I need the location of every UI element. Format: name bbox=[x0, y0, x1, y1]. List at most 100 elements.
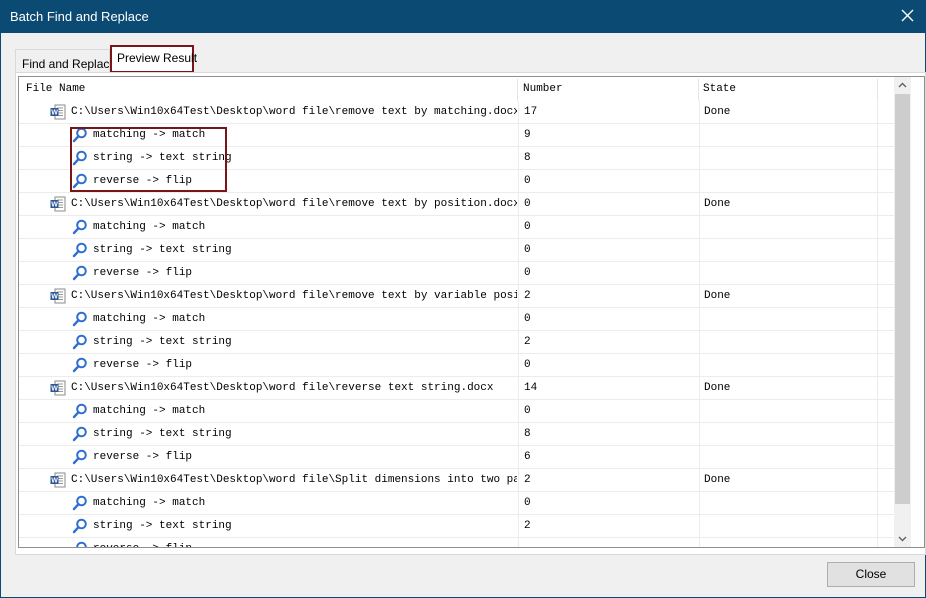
rule-text: reverse -> flip bbox=[93, 359, 193, 371]
number-cell: 0 bbox=[518, 170, 698, 192]
svg-text:W: W bbox=[51, 294, 58, 301]
filler-cell bbox=[877, 147, 894, 169]
search-icon bbox=[72, 219, 88, 235]
rule-text: string -> text string bbox=[93, 152, 232, 164]
svg-text:W: W bbox=[51, 110, 58, 117]
number-cell: 6 bbox=[518, 446, 698, 468]
rule-text: matching -> match bbox=[93, 221, 206, 233]
filler-cell bbox=[877, 262, 894, 284]
word-document-icon: W bbox=[50, 472, 66, 488]
rule-text: matching -> match bbox=[93, 313, 206, 325]
search-icon bbox=[72, 449, 88, 465]
rule-text: string -> text string bbox=[93, 428, 232, 440]
scroll-thumb[interactable] bbox=[895, 94, 910, 504]
rule-text: reverse -> flip bbox=[93, 451, 193, 463]
rule-text: string -> text string bbox=[93, 520, 232, 532]
state-cell: Done bbox=[699, 285, 877, 307]
file-name-cell: W C:\Users\Win10x64Test\Desktop\word file… bbox=[19, 469, 517, 491]
file-row[interactable]: W C:\Users\Win10x64Test\Desktop\word file… bbox=[19, 469, 894, 492]
rule-row[interactable]: matching -> match 0 bbox=[19, 308, 894, 331]
chevron-down-icon bbox=[898, 536, 907, 542]
scroll-up-button[interactable] bbox=[894, 77, 911, 94]
search-icon bbox=[72, 518, 88, 534]
rule-row[interactable]: string -> text string 0 bbox=[19, 239, 894, 262]
search-icon bbox=[72, 334, 88, 350]
table-header: File Name Number State bbox=[19, 77, 907, 101]
state-cell bbox=[699, 124, 877, 146]
state-cell bbox=[699, 170, 877, 192]
column-divider[interactable] bbox=[877, 79, 878, 101]
state-cell bbox=[699, 239, 877, 261]
rule-row[interactable]: string -> text string 8 bbox=[19, 423, 894, 446]
rule-row[interactable]: string -> text string 2 bbox=[19, 515, 894, 538]
rule-text: string -> text string bbox=[93, 336, 232, 348]
number-cell: 0 bbox=[518, 216, 698, 238]
window-title: Batch Find and Replace bbox=[10, 9, 149, 24]
tab-preview-result[interactable]: Preview Result bbox=[110, 45, 197, 73]
file-row[interactable]: W C:\Users\Win10x64Test\Desktop\word file… bbox=[19, 101, 894, 124]
filler-cell bbox=[877, 101, 894, 123]
number-cell: 14 bbox=[518, 377, 698, 399]
number-cell: 8 bbox=[518, 423, 698, 445]
search-icon bbox=[72, 265, 88, 281]
search-icon bbox=[72, 495, 88, 511]
filler-cell bbox=[877, 515, 894, 537]
filler-cell bbox=[877, 354, 894, 376]
file-name-cell: W C:\Users\Win10x64Test\Desktop\word file… bbox=[19, 193, 517, 215]
search-icon bbox=[72, 242, 88, 258]
number-cell bbox=[518, 538, 698, 547]
rule-text: reverse -> flip bbox=[93, 267, 193, 279]
tab-find-and-replace[interactable]: Find and Replace bbox=[15, 49, 116, 73]
file-path: C:\Users\Win10x64Test\Desktop\word file\… bbox=[71, 474, 517, 486]
file-name-cell: matching -> match bbox=[19, 124, 517, 146]
file-name-cell: reverse -> flip bbox=[19, 538, 517, 547]
column-header-number[interactable]: Number bbox=[518, 77, 698, 101]
number-cell: 17 bbox=[518, 101, 698, 123]
scroll-down-button[interactable] bbox=[894, 530, 911, 547]
number-cell: 2 bbox=[518, 515, 698, 537]
state-cell bbox=[699, 308, 877, 330]
file-name-cell: reverse -> flip bbox=[19, 170, 517, 192]
file-name-cell: matching -> match bbox=[19, 400, 517, 422]
word-document-icon: W bbox=[50, 288, 66, 304]
rule-row[interactable]: reverse -> flip 0 bbox=[19, 170, 894, 193]
file-row[interactable]: W C:\Users\Win10x64Test\Desktop\word file… bbox=[19, 193, 894, 216]
search-icon bbox=[72, 150, 88, 166]
file-name-cell: string -> text string bbox=[19, 423, 517, 445]
filler-cell bbox=[877, 308, 894, 330]
rule-row[interactable]: reverse -> flip bbox=[19, 538, 894, 547]
rule-row[interactable]: reverse -> flip 0 bbox=[19, 262, 894, 285]
rule-row[interactable]: matching -> match 0 bbox=[19, 216, 894, 239]
number-cell: 0 bbox=[518, 262, 698, 284]
table-body: W C:\Users\Win10x64Test\Desktop\word file… bbox=[19, 101, 894, 547]
search-icon bbox=[72, 173, 88, 189]
rule-row[interactable]: matching -> match 0 bbox=[19, 400, 894, 423]
state-cell bbox=[699, 446, 877, 468]
filler-cell bbox=[877, 170, 894, 192]
number-cell: 0 bbox=[518, 354, 698, 376]
rule-row[interactable]: matching -> match 9 bbox=[19, 124, 894, 147]
state-cell bbox=[699, 492, 877, 514]
rule-row[interactable]: string -> text string 2 bbox=[19, 331, 894, 354]
vertical-scrollbar[interactable] bbox=[894, 77, 911, 547]
batch-find-replace-dialog: Batch Find and Replace Find and Replace … bbox=[0, 0, 926, 598]
file-row[interactable]: W C:\Users\Win10x64Test\Desktop\word file… bbox=[19, 377, 894, 400]
column-header-state[interactable]: State bbox=[699, 77, 877, 101]
state-cell: Done bbox=[699, 101, 877, 123]
rule-row[interactable]: string -> text string 8 bbox=[19, 147, 894, 170]
state-cell bbox=[699, 354, 877, 376]
rule-row[interactable]: reverse -> flip 6 bbox=[19, 446, 894, 469]
state-cell bbox=[699, 262, 877, 284]
search-icon bbox=[72, 311, 88, 327]
word-document-icon: W bbox=[50, 196, 66, 212]
svg-text:W: W bbox=[51, 478, 58, 485]
column-header-file-name[interactable]: File Name bbox=[19, 77, 517, 101]
filler-cell bbox=[877, 331, 894, 353]
file-name-cell: W C:\Users\Win10x64Test\Desktop\word file… bbox=[19, 377, 517, 399]
close-icon[interactable] bbox=[899, 6, 917, 26]
rule-row[interactable]: reverse -> flip 0 bbox=[19, 354, 894, 377]
close-button[interactable]: Close bbox=[827, 562, 915, 587]
file-row[interactable]: W C:\Users\Win10x64Test\Desktop\word file… bbox=[19, 285, 894, 308]
rule-row[interactable]: matching -> match 0 bbox=[19, 492, 894, 515]
search-icon bbox=[72, 357, 88, 373]
